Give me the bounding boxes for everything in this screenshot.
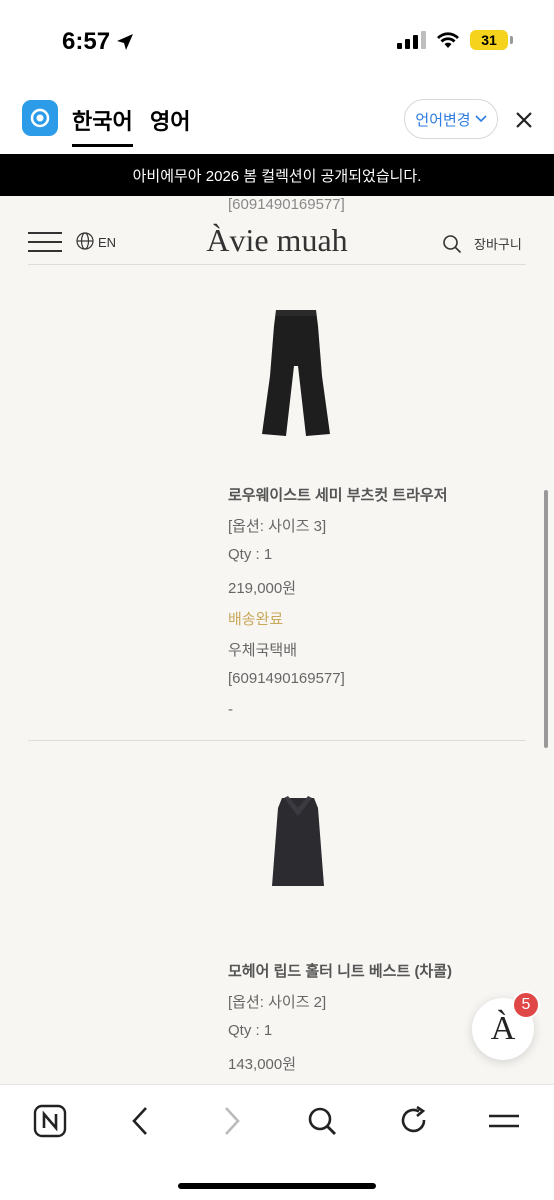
browser-toolbar (0, 1084, 554, 1200)
tab-korean[interactable]: 한국어 (72, 104, 133, 147)
site-logo[interactable]: Àvie muah (0, 222, 554, 259)
forward-icon[interactable] (214, 1103, 250, 1139)
language-change-button[interactable]: 언어변경 (404, 99, 498, 139)
item-option: [옵션: 사이즈 3] (228, 518, 327, 535)
status-time: 6:57 (62, 28, 134, 56)
tab-english[interactable]: 영어 (150, 104, 190, 136)
scrollbar[interactable] (544, 490, 548, 748)
search-icon[interactable] (442, 234, 462, 254)
item-price: 219,000원 (228, 580, 297, 597)
site-header: EN Àvie muah 장바구니 (0, 214, 554, 266)
announcement-text: 아비에무아 2026 봄 컬렉션이 공개되었습니다. (132, 167, 422, 185)
floating-brand-label: À (490, 1010, 516, 1047)
chevron-down-icon (475, 115, 487, 123)
clock: 6:57 (62, 28, 111, 55)
menu-icon[interactable] (486, 1103, 522, 1139)
close-icon[interactable] (512, 108, 536, 132)
tracking-number-peek: [6091490169577] (228, 196, 345, 213)
item-qty: Qty : 1 (228, 546, 273, 563)
papago-logo-icon (22, 100, 58, 136)
item-option: [옵션: 사이즈 2] (228, 994, 327, 1011)
refresh-icon[interactable] (396, 1103, 432, 1139)
translate-bar: 한국어 영어 언어변경 (0, 84, 554, 154)
location-arrow-icon (117, 34, 134, 50)
product-image-vest[interactable] (268, 794, 328, 892)
item-name[interactable]: 모헤어 립드 홀터 니트 베스트 (차콜) (228, 960, 452, 981)
wifi-icon (437, 32, 459, 48)
battery-icon: 31 (470, 30, 513, 50)
battery-level: 31 (481, 32, 497, 48)
item-tracking[interactable]: [6091490169577] (228, 670, 345, 687)
product-image-trousers[interactable] (256, 306, 336, 440)
naver-home-icon[interactable] (32, 1103, 68, 1139)
item-status: 배송완료 (228, 611, 284, 628)
item-courier: 우체국택배 (228, 642, 298, 659)
back-icon[interactable] (122, 1103, 158, 1139)
search-icon[interactable] (304, 1103, 340, 1139)
status-icons: 31 (397, 30, 513, 50)
language-change-label: 언어변경 (415, 111, 471, 129)
status-bar: 6:57 31 (0, 0, 554, 84)
notification-badge: 5 (512, 991, 540, 1019)
cellular-signal-icon (397, 31, 426, 49)
announcement-banner[interactable]: 아비에무아 2026 봄 컬렉션이 공개되었습니다. (0, 154, 554, 196)
item-name[interactable]: 로우웨이스트 세미 부츠컷 트라우저 (228, 484, 448, 505)
home-indicator[interactable] (178, 1183, 376, 1189)
item-qty: Qty : 1 (228, 1022, 273, 1039)
cart-link[interactable]: 장바구니 (474, 234, 522, 253)
header-divider (28, 264, 526, 265)
item-price: 143,000원 (228, 1056, 297, 1073)
item-dash: - (228, 701, 233, 718)
item-divider (28, 740, 526, 741)
